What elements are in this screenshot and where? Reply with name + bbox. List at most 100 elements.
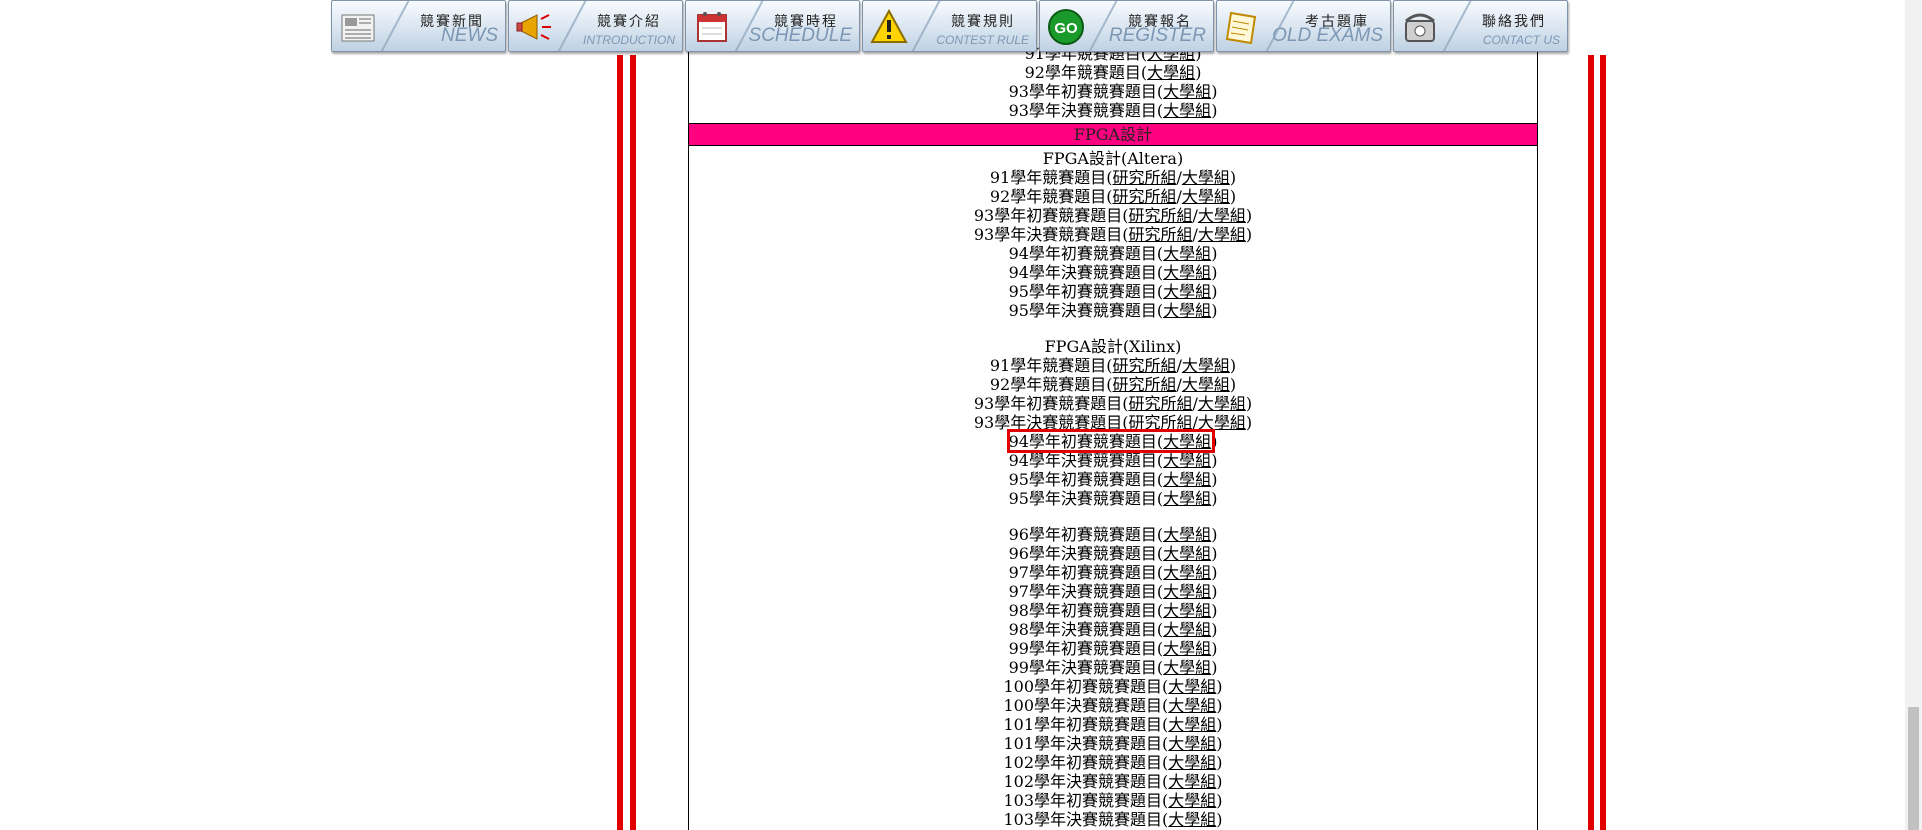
right-red-stripe-inner <box>1588 55 1594 830</box>
exam-item-label: 94學年決賽競賽題目( <box>1008 451 1164 470</box>
exam-item-suffix: ) <box>1211 620 1218 639</box>
nav-news-button[interactable]: 競賽新聞 NEWS <box>331 0 506 52</box>
exam-item-label: 92學年競賽題目( <box>989 375 1113 394</box>
exam-item-label: 96學年決賽競賽題目( <box>1008 544 1164 563</box>
undergraduate-group-link[interactable]: 大學組 <box>1163 451 1211 470</box>
undergraduate-group-link[interactable]: 大學組 <box>1198 225 1246 244</box>
nav-contest-rule-label: 競賽規則 <box>951 14 1015 30</box>
undergraduate-group-link[interactable]: 大學組 <box>1163 582 1211 601</box>
undergraduate-group-link[interactable]: 大學組 <box>1182 168 1230 187</box>
undergraduate-group-link[interactable]: 大學組 <box>1182 356 1230 375</box>
exam-list-item: 95學年初賽競賽題目(大學組) <box>689 282 1537 301</box>
undergraduate-group-link[interactable]: 大學組 <box>1198 413 1246 432</box>
undergraduate-group-link[interactable]: 大學組 <box>1163 639 1211 658</box>
exam-list-item: 97學年初賽競賽題目(大學組) <box>689 563 1537 582</box>
undergraduate-group-link[interactable]: 大學組 <box>1147 63 1195 82</box>
exam-item-label: 99學年初賽競賽題目( <box>1008 639 1164 658</box>
exam-item-suffix: ) <box>1211 263 1218 282</box>
undergraduate-group-link[interactable]: 大學組 <box>1163 525 1211 544</box>
undergraduate-group-link[interactable]: 大學組 <box>1168 753 1216 772</box>
undergraduate-group-link[interactable]: 大學組 <box>1182 187 1230 206</box>
undergraduate-group-link[interactable]: 大學組 <box>1168 677 1216 696</box>
newspaper-icon <box>341 14 375 42</box>
undergraduate-group-link[interactable]: 大學組 <box>1182 375 1230 394</box>
nav-schedule-button[interactable]: 競賽時程 SCHEDULE <box>685 0 860 52</box>
undergraduate-group-link[interactable]: 大學組 <box>1163 489 1211 508</box>
exam-item-suffix: ) <box>1211 470 1218 489</box>
exam-item-label: 93學年決賽競賽題目( <box>1008 101 1164 120</box>
nav-old-exams-button[interactable]: 考古題庫 OLD EXAMS <box>1216 0 1391 52</box>
exam-item-suffix: ) <box>1211 282 1218 301</box>
undergraduate-group-link[interactable]: 大學組 <box>1163 282 1211 301</box>
exam-item-suffix: ) <box>1211 601 1218 620</box>
exam-list-item: 92學年競賽題目(研究所組/大學組) <box>689 187 1537 206</box>
undergraduate-group-link[interactable]: 大學組 <box>1163 82 1211 101</box>
undergraduate-group-link[interactable]: 大學組 <box>1168 734 1216 753</box>
nav-contact-label: 聯絡我們 <box>1482 14 1546 30</box>
exam-item-label: 97學年決賽競賽題目( <box>1008 582 1164 601</box>
exam-list-item: 101學年決賽競賽題目(大學組) <box>689 734 1537 753</box>
exam-list-item: 93學年決賽競賽題目(大學組) <box>689 101 1537 120</box>
scrollbar-thumb[interactable] <box>1908 707 1919 830</box>
svg-text:GO: GO <box>1054 20 1078 37</box>
exam-item-label: 102學年初賽競賽題目( <box>1003 753 1169 772</box>
exam-list-item: 95學年初賽競賽題目(大學組) <box>689 470 1537 489</box>
undergraduate-group-link[interactable]: 大學組 <box>1198 394 1246 413</box>
undergraduate-group-link[interactable]: 大學組 <box>1163 658 1211 677</box>
undergraduate-group-link[interactable]: 大學組 <box>1168 810 1216 829</box>
exam-item-label: 91學年競賽題目( <box>989 168 1113 187</box>
left-red-stripe-outer <box>617 55 623 830</box>
exam-list-item: 100學年決賽競賽題目(大學組) <box>689 696 1537 715</box>
graduate-group-link[interactable]: 研究所組 <box>1128 413 1192 432</box>
exam-item-label: 93學年初賽競賽題目( <box>973 394 1129 413</box>
exam-item-suffix: ) <box>1211 432 1218 451</box>
nav-introduction-button[interactable]: 競賽介紹 INTRODUCTION <box>508 0 683 52</box>
undergraduate-group-link[interactable]: 大學組 <box>1168 791 1216 810</box>
undergraduate-group-link[interactable]: 大學組 <box>1168 772 1216 791</box>
calendar-icon <box>697 12 727 42</box>
exam-item-suffix: ) <box>1216 734 1223 753</box>
exam-list-item: 94學年決賽競賽題目(大學組) <box>689 451 1537 470</box>
nav-contest-rule-button[interactable]: 競賽規則 CONTEST RULE <box>862 0 1037 52</box>
exam-item-label: 99學年決賽競賽題目( <box>1008 658 1164 677</box>
graduate-group-link[interactable]: 研究所組 <box>1128 394 1192 413</box>
vertical-scrollbar[interactable] <box>1905 0 1922 830</box>
exam-item-suffix: ) <box>1216 696 1223 715</box>
exam-list-panel: 91學年競賽題目( 大學組) 92學年競賽題目( 大學組) 93學年初賽競賽題目( 大學組… <box>688 0 1538 830</box>
undergraduate-group-link[interactable]: 大學組 <box>1168 696 1216 715</box>
graduate-group-link[interactable]: 研究所組 <box>1112 187 1176 206</box>
undergraduate-group-link[interactable]: 大學組 <box>1163 563 1211 582</box>
exam-item-suffix: ) <box>1229 356 1237 375</box>
undergraduate-group-link[interactable]: 大學組 <box>1163 470 1211 489</box>
undergraduate-group-link[interactable]: 大學組 <box>1163 263 1211 282</box>
nav-old-exams-sublabel: OLD EXAMS <box>1272 25 1383 46</box>
graduate-group-link[interactable]: 研究所組 <box>1112 356 1176 375</box>
exam-list-item: 101學年初賽競賽題目(大學組) <box>689 715 1537 734</box>
exam-list-item: 102學年決賽競賽題目(大學組) <box>689 772 1537 791</box>
graduate-group-link[interactable]: 研究所組 <box>1112 375 1176 394</box>
undergraduate-group-link[interactable]: 大學組 <box>1163 601 1211 620</box>
undergraduate-group-link[interactable]: 大學組 <box>1163 544 1211 563</box>
nav-register-button[interactable]: GO 競賽報名 REGISTER <box>1039 0 1214 52</box>
exam-list-item: 93學年初賽競賽題目(研究所組/大學組) <box>689 206 1537 225</box>
undergraduate-group-link[interactable]: 大學組 <box>1163 432 1211 451</box>
graduate-group-link[interactable]: 研究所組 <box>1128 225 1192 244</box>
nav-contact-button[interactable]: 聯絡我們 CONTACT US <box>1393 0 1568 52</box>
undergraduate-group-link[interactable]: 大學組 <box>1163 244 1211 263</box>
exam-item-label: 100學年初賽競賽題目( <box>1003 677 1169 696</box>
notepad-icon <box>1225 11 1257 45</box>
exam-item-suffix: ) <box>1229 187 1237 206</box>
undergraduate-group-link[interactable]: 大學組 <box>1168 715 1216 734</box>
undergraduate-group-link[interactable]: 大學組 <box>1163 620 1211 639</box>
exam-item-suffix: ) <box>1211 582 1218 601</box>
exam-list-item: 98學年決賽競賽題目(大學組) <box>689 620 1537 639</box>
undergraduate-group-link[interactable]: 大學組 <box>1163 301 1211 320</box>
graduate-group-link[interactable]: 研究所組 <box>1112 168 1176 187</box>
undergraduate-group-link[interactable]: 大學組 <box>1198 206 1246 225</box>
graduate-group-link[interactable]: 研究所組 <box>1128 206 1192 225</box>
warning-icon <box>870 8 908 43</box>
undergraduate-group-link[interactable]: 大學組 <box>1163 101 1211 120</box>
exam-item-label: 96學年初賽競賽題目( <box>1008 525 1164 544</box>
nav-schedule-sublabel: SCHEDULE <box>748 25 852 46</box>
